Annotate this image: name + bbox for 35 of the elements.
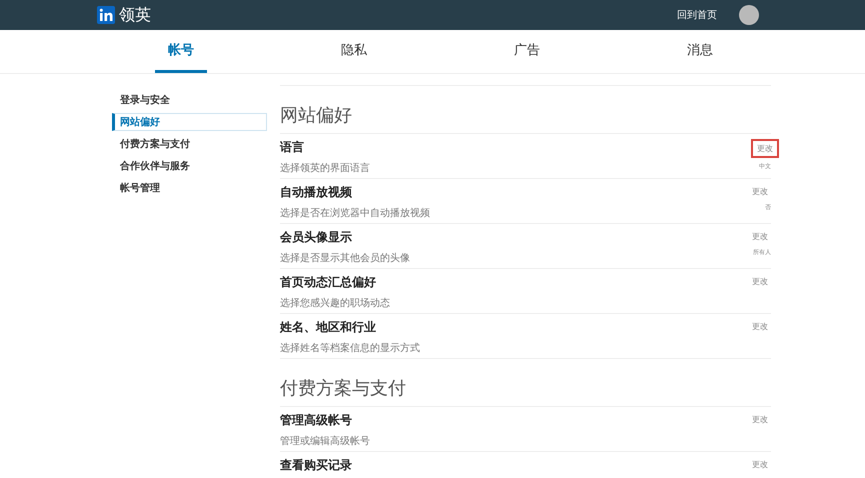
setting-title: 管理高级帐号 xyxy=(280,412,353,429)
setting-title: 首页动态汇总偏好 xyxy=(280,274,377,291)
setting-description: 选择姓名等档案信息的显示方式 xyxy=(280,342,420,355)
sidebar-item[interactable]: 帐号管理 xyxy=(112,179,267,197)
tab[interactable]: 隐私 xyxy=(328,30,380,73)
home-link[interactable]: 回到首页 xyxy=(677,8,717,22)
setting-title: 查看购买记录 xyxy=(280,457,352,474)
sidebar-item[interactable]: 网站偏好 xyxy=(112,113,267,131)
sidebar-item[interactable]: 付费方案与支付 xyxy=(112,135,267,153)
logo-icon xyxy=(97,6,115,24)
setting-description: 选择您感兴趣的职场动态 xyxy=(280,296,390,310)
setting-title: 会员头像显示 xyxy=(280,229,353,246)
setting-description: 管理或编辑高级帐号 xyxy=(280,434,370,448)
sidebar-item[interactable]: 登录与安全 xyxy=(112,91,267,109)
sidebar-item[interactable]: 合作伙伴与服务 xyxy=(112,157,267,175)
change-link[interactable]: 更改 xyxy=(749,457,771,472)
change-link[interactable]: 更改 xyxy=(749,229,771,244)
tab[interactable]: 帐号 xyxy=(155,30,207,73)
change-link[interactable]: 更改 xyxy=(751,139,779,158)
setting-description: 选择是否在浏览器中自动播放视频 xyxy=(280,206,430,220)
setting-title: 姓名、地区和行业 xyxy=(280,319,377,336)
setting-title: 自动播放视频 xyxy=(280,184,353,201)
tab[interactable]: 广告 xyxy=(501,30,553,73)
section-heading: 付费方案与支付 xyxy=(280,373,771,407)
tab[interactable]: 消息 xyxy=(674,30,726,73)
change-link[interactable]: 更改 xyxy=(749,184,771,199)
change-link[interactable]: 更改 xyxy=(749,319,771,334)
section-heading: 网站偏好 xyxy=(280,100,771,134)
change-link[interactable]: 更改 xyxy=(749,412,771,427)
change-link[interactable]: 更改 xyxy=(749,274,771,289)
setting-description: 选择是否显示其他会员的头像 xyxy=(280,252,410,265)
avatar[interactable] xyxy=(739,5,759,25)
logo-text: 领英 xyxy=(119,4,151,26)
setting-title: 语言 xyxy=(280,139,305,156)
setting-description: 选择领英的界面语言 xyxy=(280,162,370,175)
